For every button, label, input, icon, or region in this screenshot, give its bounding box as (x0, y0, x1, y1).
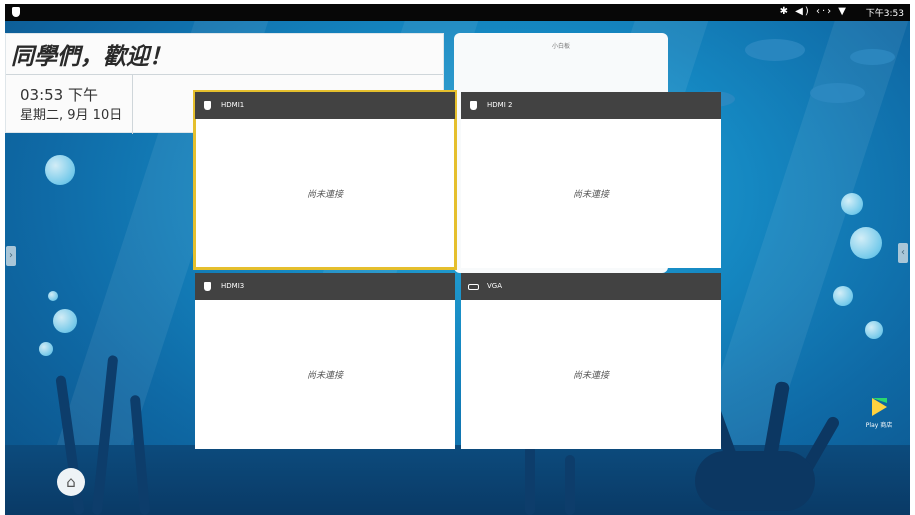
connection-status: 尚未連接 (306, 371, 343, 381)
status-clock: 下午3:53 (865, 9, 904, 19)
tile-header: VGA (461, 273, 721, 300)
clock-time: 03:53 下午 (20, 86, 98, 104)
vga-icon (468, 284, 479, 290)
clock-date: 星期二, 9月 10日 (20, 108, 123, 123)
source-name: VGA (487, 282, 503, 290)
hdmi-icon (204, 101, 211, 110)
shield-icon (12, 7, 20, 17)
connection-status: 尚未連接 (572, 190, 609, 200)
whiteboard-label: 小白板 (551, 43, 570, 50)
divider (6, 74, 443, 75)
chevron-right-icon[interactable]: › (6, 246, 16, 266)
play-store-button[interactable]: Play 商店 (862, 398, 896, 429)
play-store-icon (871, 398, 887, 416)
play-store-label: Play 商店 (865, 422, 893, 429)
source-name: HDMI3 (221, 282, 245, 290)
source-tile-vga[interactable]: VGA 尚未連接 (461, 273, 721, 449)
status-bar: ✱ ◀) ‹·› ▼ 下午3:53 (5, 4, 910, 21)
chevron-left-icon[interactable]: ‹ (898, 243, 908, 263)
fish-icon (850, 49, 895, 65)
status-icons: ✱ ◀) ‹·› ▼ (779, 6, 848, 17)
fish-icon (810, 83, 865, 103)
home-icon: ⌂ (66, 473, 76, 491)
connection-status: 尚未連接 (572, 371, 609, 381)
source-tile-hdmi1[interactable]: HDMI1 尚未連接 (193, 90, 457, 270)
source-tile-hdmi2[interactable]: HDMI 2 尚未連接 (461, 92, 721, 268)
source-name: HDMI1 (221, 101, 245, 109)
tile-header: HDMI 2 (461, 92, 721, 119)
connection-status: 尚未連接 (306, 190, 343, 200)
home-button[interactable]: ⌂ (57, 468, 85, 496)
divider (132, 74, 133, 134)
fish-icon (745, 39, 805, 61)
welcome-title: 同學們，歡迎！ (11, 44, 172, 70)
tile-header: HDMI3 (195, 273, 455, 300)
hdmi-icon (470, 101, 477, 110)
tile-header: HDMI1 (195, 92, 455, 119)
hdmi-icon (204, 282, 211, 291)
source-tile-hdmi3[interactable]: HDMI3 尚未連接 (195, 273, 455, 449)
source-name: HDMI 2 (487, 101, 513, 109)
